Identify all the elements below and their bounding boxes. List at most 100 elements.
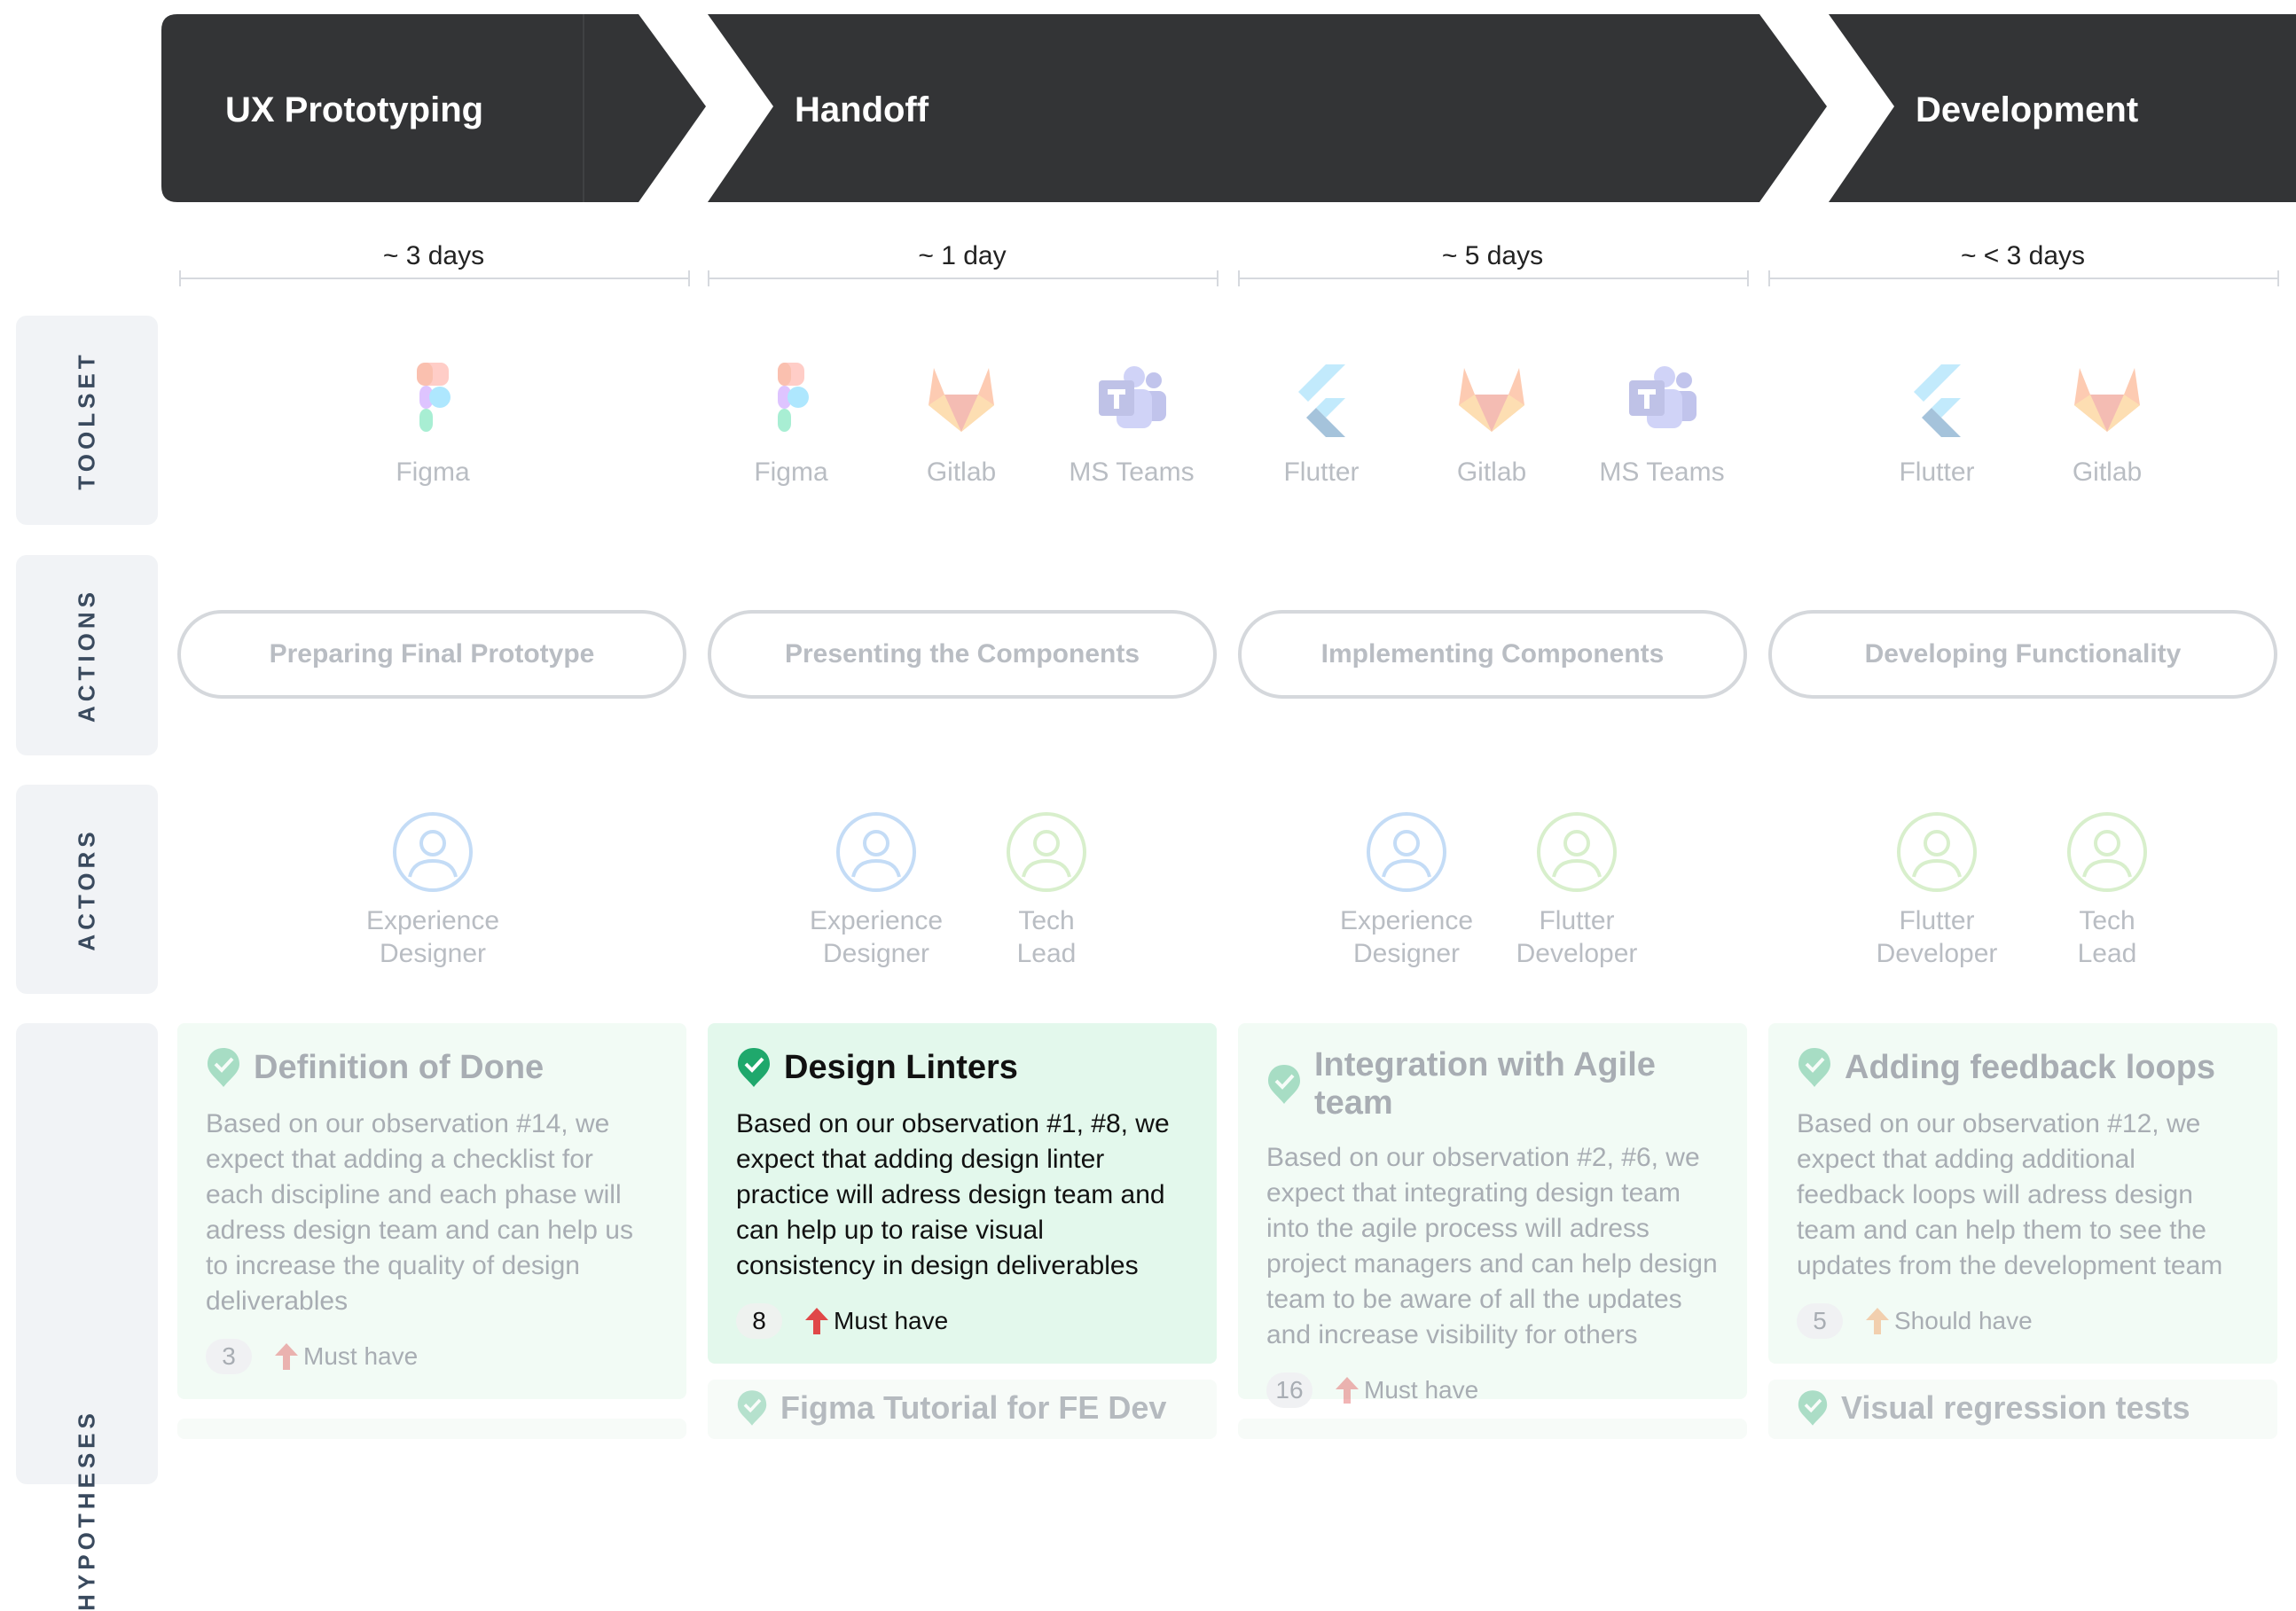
tool-name: Gitlab [1456,457,1527,487]
phase-title-development: Development [1916,90,2139,129]
hypothesis-card[interactable]: Adding feedback loops Based on our obser… [1768,1023,2277,1364]
duration-tick [1217,270,1219,286]
vote-count: 5 [1797,1303,1843,1339]
tool-name: Figma [396,457,470,487]
ms-teams-icon [1629,366,1697,428]
actor-flutter-developer: Flutter Developer [1857,811,2017,970]
tool-name: MS Teams [1599,457,1725,487]
vote-count: 16 [1266,1372,1313,1408]
tool-figma: Figma [353,359,513,488]
action-developing-functionality[interactable]: Developing Functionality [1768,610,2277,699]
user-icon [1537,812,1617,892]
priority-tag: Must have [273,1341,418,1372]
tool-ms-teams: MS Teams [1052,359,1211,488]
priority-tag: Should have [1864,1306,2033,1336]
priority-tag: Must have [803,1306,948,1336]
tool-name: Gitlab [2072,457,2143,487]
tool-gitlab: Gitlab [1412,359,1571,488]
user-icon [836,812,916,892]
check-badge-icon [208,1048,239,1087]
user-icon [1367,812,1446,892]
hypothesis-card-partial[interactable]: Figma Tutorial for FE Dev [708,1380,1217,1439]
tool-name: Flutter [1283,457,1360,487]
duration-tick [708,270,709,286]
hypothesis-card[interactable]: Integration with Agile team Based on our… [1238,1023,1747,1408]
hypothesis-title: Integration with Agile team [1314,1046,1656,1122]
arrow-up-icon [1866,1308,1889,1334]
row-tab-toolset: TOOLSET [16,316,158,525]
user-icon [1897,812,1977,892]
arrow-up-icon [805,1308,828,1334]
duration-tick [179,270,181,286]
actor-name: Tech Lead [1016,906,1077,968]
action-presenting-components[interactable]: Presenting the Components [708,610,1217,699]
hypothesis-body: Based on our observation #2, #6, we expe… [1266,1143,1718,1349]
priority-tag: Must have [1334,1375,1478,1405]
phase-title-handoff: Handoff [795,90,929,129]
actor-experience-designer: Experience Designer [796,811,956,970]
duration-tick [1747,270,1749,286]
check-badge-icon [1798,1390,1828,1426]
check-badge-icon [737,1390,767,1426]
duration-label: ~ 3 days [382,241,485,270]
phase-title-ux-prototyping: UX Prototyping [225,90,484,129]
actor-name: Flutter Developer [1876,906,1998,968]
hypothesis-card-partial[interactable] [177,1419,686,1439]
tool-flutter: Flutter [1242,359,1401,488]
actor-tech-lead: Tech Lead [2027,811,2187,970]
hypothesis-title: Definition of Done [254,1048,545,1086]
hypothesis-title: Visual regression tests [1841,1389,2190,1426]
tool-gitlab: Gitlab [882,359,1041,488]
actor-flutter-developer: Flutter Developer [1497,811,1657,970]
tool-flutter: Flutter [1857,359,2017,488]
duration-label: ~ 1 day [918,241,1007,270]
duration-label: ~ 5 days [1441,241,1544,270]
action-implementing-components[interactable]: Implementing Components [1238,610,1747,699]
hypothesis-card-partial[interactable]: Visual regression tests [1768,1380,2277,1439]
flutter-icon [1298,364,1345,437]
hypothesis-body: Based on our observation #14, we expect … [206,1109,633,1316]
flutter-icon [1914,364,1961,437]
duration-bracket [708,278,1217,279]
vote-count: 3 [206,1339,252,1374]
user-icon [1007,812,1086,892]
actor-tech-lead: Tech Lead [967,811,1126,970]
tool-ms-teams: MS Teams [1582,359,1742,488]
actor-name: Experience Designer [809,906,944,968]
duration-label: ~ < 3 days [1960,241,2086,270]
ms-teams-icon [1099,366,1166,428]
hypothesis-title: Figma Tutorial for FE Dev [780,1389,1167,1426]
arrow-up-icon [1336,1377,1359,1404]
tool-name: Gitlab [926,457,997,487]
row-tab-hypotheses: HYPOTHESES [16,1023,158,1611]
actor-name: Experience Designer [1339,906,1474,968]
tool-name: Figma [754,457,828,487]
hypothesis-card[interactable]: Definition of Done Based on our observat… [177,1023,686,1399]
hypothesis-card[interactable]: Design Linters Based on our observation … [708,1023,1217,1364]
row-tab-actors: ACTORS [16,785,158,994]
duration-bracket [1768,278,2277,279]
figma-icon [417,363,451,432]
duration-tick [1768,270,1770,286]
actor-name: Flutter Developer [1516,906,1638,968]
hypothesis-card-partial[interactable] [1238,1419,1747,1439]
check-badge-icon [1268,1065,1300,1104]
user-icon [393,812,473,892]
row-tab-actions: ACTIONS [16,555,158,755]
gitlab-icon [1459,368,1524,432]
tool-name: MS Teams [1069,457,1195,487]
duration-tick [688,270,690,286]
actor-name: Tech Lead [2077,906,2137,968]
tool-name: Flutter [1899,457,1975,487]
duration-bracket [1238,278,1747,279]
figma-icon [778,363,809,432]
hypothesis-body: Based on our observation #12, we expect … [1797,1109,2223,1280]
hypothesis-title: Adding feedback loops [1845,1048,2216,1086]
gitlab-icon [929,368,994,432]
duration-tick [2277,270,2279,286]
action-preparing-final-prototype[interactable]: Preparing Final Prototype [177,610,686,699]
actor-experience-designer: Experience Designer [353,811,513,970]
arrow-up-icon [275,1343,298,1370]
duration-tick [1238,270,1240,286]
tool-figma: Figma [711,359,871,488]
